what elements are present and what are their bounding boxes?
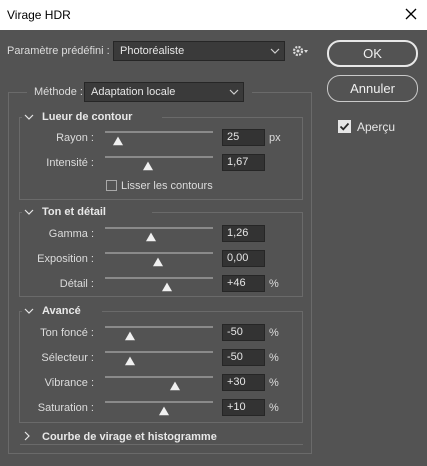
slider-thumb[interactable] bbox=[112, 136, 124, 146]
close-icon[interactable] bbox=[403, 6, 419, 22]
slider-label: Exposition : bbox=[37, 253, 94, 265]
value-field[interactable]: -50 bbox=[222, 349, 265, 366]
slider-label: Ton foncé : bbox=[40, 327, 94, 339]
section-title-tone: Ton et détail bbox=[42, 206, 106, 218]
divider bbox=[20, 444, 303, 445]
method-label: Méthode : bbox=[34, 86, 83, 98]
slider-label: Sélecteur : bbox=[41, 352, 94, 364]
chevron-down-icon bbox=[270, 48, 280, 54]
slider-label: Détail : bbox=[59, 278, 94, 290]
section-title-curve[interactable]: Courbe de virage et histogramme bbox=[42, 431, 217, 443]
value-field[interactable]: 25 bbox=[222, 129, 265, 146]
slider-label: Rayon : bbox=[56, 132, 94, 144]
value-field[interactable]: 1,26 bbox=[222, 225, 265, 242]
title-bar: Virage HDR bbox=[0, 0, 427, 30]
section-title-glow: Lueur de contour bbox=[42, 111, 133, 123]
section-title-advanced: Avancé bbox=[42, 305, 81, 317]
smooth-edges-label: Lisser les contours bbox=[121, 180, 213, 192]
slider-thumb[interactable] bbox=[124, 356, 136, 366]
unit-label: % bbox=[269, 402, 279, 414]
slider-thumb[interactable] bbox=[158, 406, 170, 416]
slider-track[interactable] bbox=[105, 326, 213, 328]
method-value: Adaptation locale bbox=[91, 86, 176, 98]
slider-thumb[interactable] bbox=[124, 331, 136, 341]
preview-label: Aperçu bbox=[357, 120, 396, 134]
unit-label: % bbox=[269, 352, 279, 364]
slider-track[interactable] bbox=[105, 401, 213, 403]
chevron-down-icon[interactable] bbox=[24, 306, 34, 316]
value-field[interactable]: +46 bbox=[222, 275, 265, 292]
value-field[interactable]: +30 bbox=[222, 374, 265, 391]
smooth-edges-checkbox[interactable] bbox=[106, 180, 117, 191]
unit-label: % bbox=[269, 377, 279, 389]
value-field[interactable]: 1,67 bbox=[222, 154, 265, 171]
window-title: Virage HDR bbox=[7, 8, 71, 22]
slider-thumb[interactable] bbox=[169, 381, 181, 391]
value-field[interactable]: 0,00 bbox=[222, 250, 265, 267]
value-field[interactable]: -50 bbox=[222, 324, 265, 341]
slider-track[interactable] bbox=[105, 252, 213, 254]
chevron-right-icon[interactable] bbox=[22, 431, 32, 441]
value-field[interactable]: +10 bbox=[222, 399, 265, 416]
unit-label: px bbox=[269, 132, 281, 144]
slider-label: Vibrance : bbox=[44, 377, 94, 389]
slider-label: Gamma : bbox=[48, 228, 94, 240]
slider-thumb[interactable] bbox=[145, 232, 157, 242]
unit-label: % bbox=[269, 327, 279, 339]
slider-thumb[interactable] bbox=[142, 161, 154, 171]
slider-track[interactable] bbox=[105, 227, 213, 229]
slider-track[interactable] bbox=[105, 131, 213, 133]
slider-track[interactable] bbox=[105, 277, 213, 279]
checkmark-icon bbox=[339, 122, 350, 131]
chevron-down-icon[interactable] bbox=[24, 112, 34, 122]
preset-dropdown[interactable]: Photoréaliste bbox=[113, 41, 285, 61]
slider-track[interactable] bbox=[105, 351, 213, 353]
preset-value: Photoréaliste bbox=[120, 45, 185, 57]
preset-label: Paramètre prédéfini : bbox=[7, 45, 110, 57]
preview-checkbox[interactable] bbox=[338, 120, 351, 133]
chevron-down-icon bbox=[229, 89, 239, 95]
slider-label: Intensité : bbox=[46, 157, 94, 169]
method-dropdown[interactable]: Adaptation locale bbox=[84, 82, 244, 102]
gear-icon[interactable] bbox=[292, 44, 310, 58]
chevron-down-icon[interactable] bbox=[24, 207, 34, 217]
slider-label: Saturation : bbox=[37, 402, 94, 414]
slider-thumb[interactable] bbox=[161, 282, 173, 292]
unit-label: % bbox=[269, 278, 279, 290]
slider-track[interactable] bbox=[105, 156, 213, 158]
slider-thumb[interactable] bbox=[152, 257, 164, 267]
cancel-button[interactable]: Annuler bbox=[327, 75, 418, 102]
ok-button[interactable]: OK bbox=[327, 40, 418, 67]
slider-track[interactable] bbox=[105, 376, 213, 378]
